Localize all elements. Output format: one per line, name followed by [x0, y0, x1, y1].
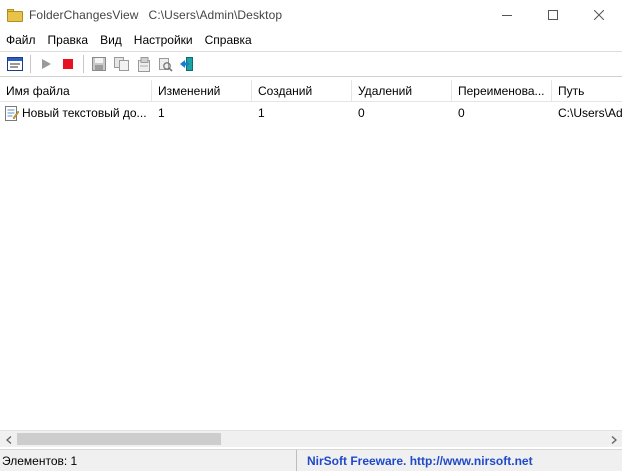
minimize-icon — [502, 15, 512, 16]
html-report-button[interactable] — [132, 53, 154, 75]
cell-renamed: 0 — [458, 106, 465, 120]
stop-icon — [63, 59, 73, 69]
maximize-button[interactable] — [530, 0, 576, 30]
column-header-modified[interactable]: Изменений — [152, 80, 252, 102]
menu-help[interactable]: Справка — [199, 30, 258, 50]
cell-created: 1 — [258, 106, 265, 120]
cell-deleted: 0 — [358, 106, 365, 120]
menu-bar: Файл Правка Вид Настройки Справка — [0, 30, 622, 50]
cell-filename: Новый текстовый до... — [0, 104, 152, 122]
scroll-right-button[interactable] — [605, 431, 622, 448]
exit-button[interactable] — [176, 53, 198, 75]
close-button[interactable] — [576, 0, 622, 30]
app-name: FolderChangesView — [29, 8, 139, 22]
chevron-right-icon — [611, 435, 617, 444]
copy-icon — [113, 57, 129, 71]
column-header-deleted[interactable]: Удалений — [352, 80, 452, 102]
menu-edit[interactable]: Правка — [42, 30, 95, 50]
save-button[interactable] — [88, 53, 110, 75]
cell-modified: 1 — [158, 106, 165, 120]
folder-app-icon — [7, 7, 23, 23]
column-header-path[interactable]: Путь — [552, 80, 622, 102]
list-header: Имя файла Изменений Созданий Удалений Пе… — [0, 80, 622, 102]
menu-options[interactable]: Настройки — [128, 30, 199, 50]
menu-file[interactable]: Файл — [0, 30, 42, 50]
start-button[interactable] — [35, 53, 57, 75]
text-file-icon — [4, 105, 20, 121]
stop-button[interactable] — [57, 53, 79, 75]
toolbar-separator — [30, 55, 31, 73]
minimize-button[interactable] — [484, 0, 530, 30]
cell-path: C:\Users\Ad — [558, 106, 622, 120]
find-icon — [158, 57, 173, 72]
nirsoft-link[interactable]: NirSoft Freeware. http://www.nirsoft.net — [297, 450, 533, 471]
column-header-renamed[interactable]: Переименова... — [452, 80, 552, 102]
properties-button[interactable] — [4, 53, 26, 75]
window-path: C:\Users\Admin\Desktop — [148, 8, 283, 22]
horizontal-scrollbar[interactable] — [0, 430, 622, 447]
properties-icon — [7, 57, 23, 71]
column-header-filename[interactable]: Имя файла — [0, 80, 152, 102]
maximize-icon — [548, 10, 558, 20]
items-count: Элементов: 1 — [0, 449, 297, 471]
title-bar: FolderChangesView C:\Users\Admin\Desktop — [0, 0, 622, 30]
window-title: FolderChangesView C:\Users\Admin\Desktop — [29, 8, 282, 22]
chevron-left-icon — [5, 435, 11, 444]
status-bar: Элементов: 1 NirSoft Freeware. http://ww… — [0, 449, 622, 471]
start-icon — [42, 59, 51, 69]
scroll-left-button[interactable] — [0, 431, 17, 448]
copy-button[interactable] — [110, 53, 132, 75]
changes-list[interactable]: Имя файла Изменений Созданий Удалений Пе… — [0, 80, 622, 431]
column-header-created[interactable]: Созданий — [252, 80, 352, 102]
scrollbar-thumb[interactable] — [17, 433, 221, 445]
exit-icon — [180, 57, 193, 71]
close-icon — [594, 10, 604, 20]
toolbar — [0, 51, 622, 77]
window-controls — [484, 0, 622, 30]
save-icon — [92, 57, 106, 71]
toolbar-separator — [83, 55, 84, 73]
menu-view[interactable]: Вид — [94, 30, 128, 50]
html-report-icon — [137, 56, 150, 72]
filename-text: Новый текстовый до... — [22, 106, 147, 120]
find-button[interactable] — [154, 53, 176, 75]
table-row[interactable]: Новый текстовый до... 1 1 0 0 C:\Users\A… — [0, 104, 622, 122]
